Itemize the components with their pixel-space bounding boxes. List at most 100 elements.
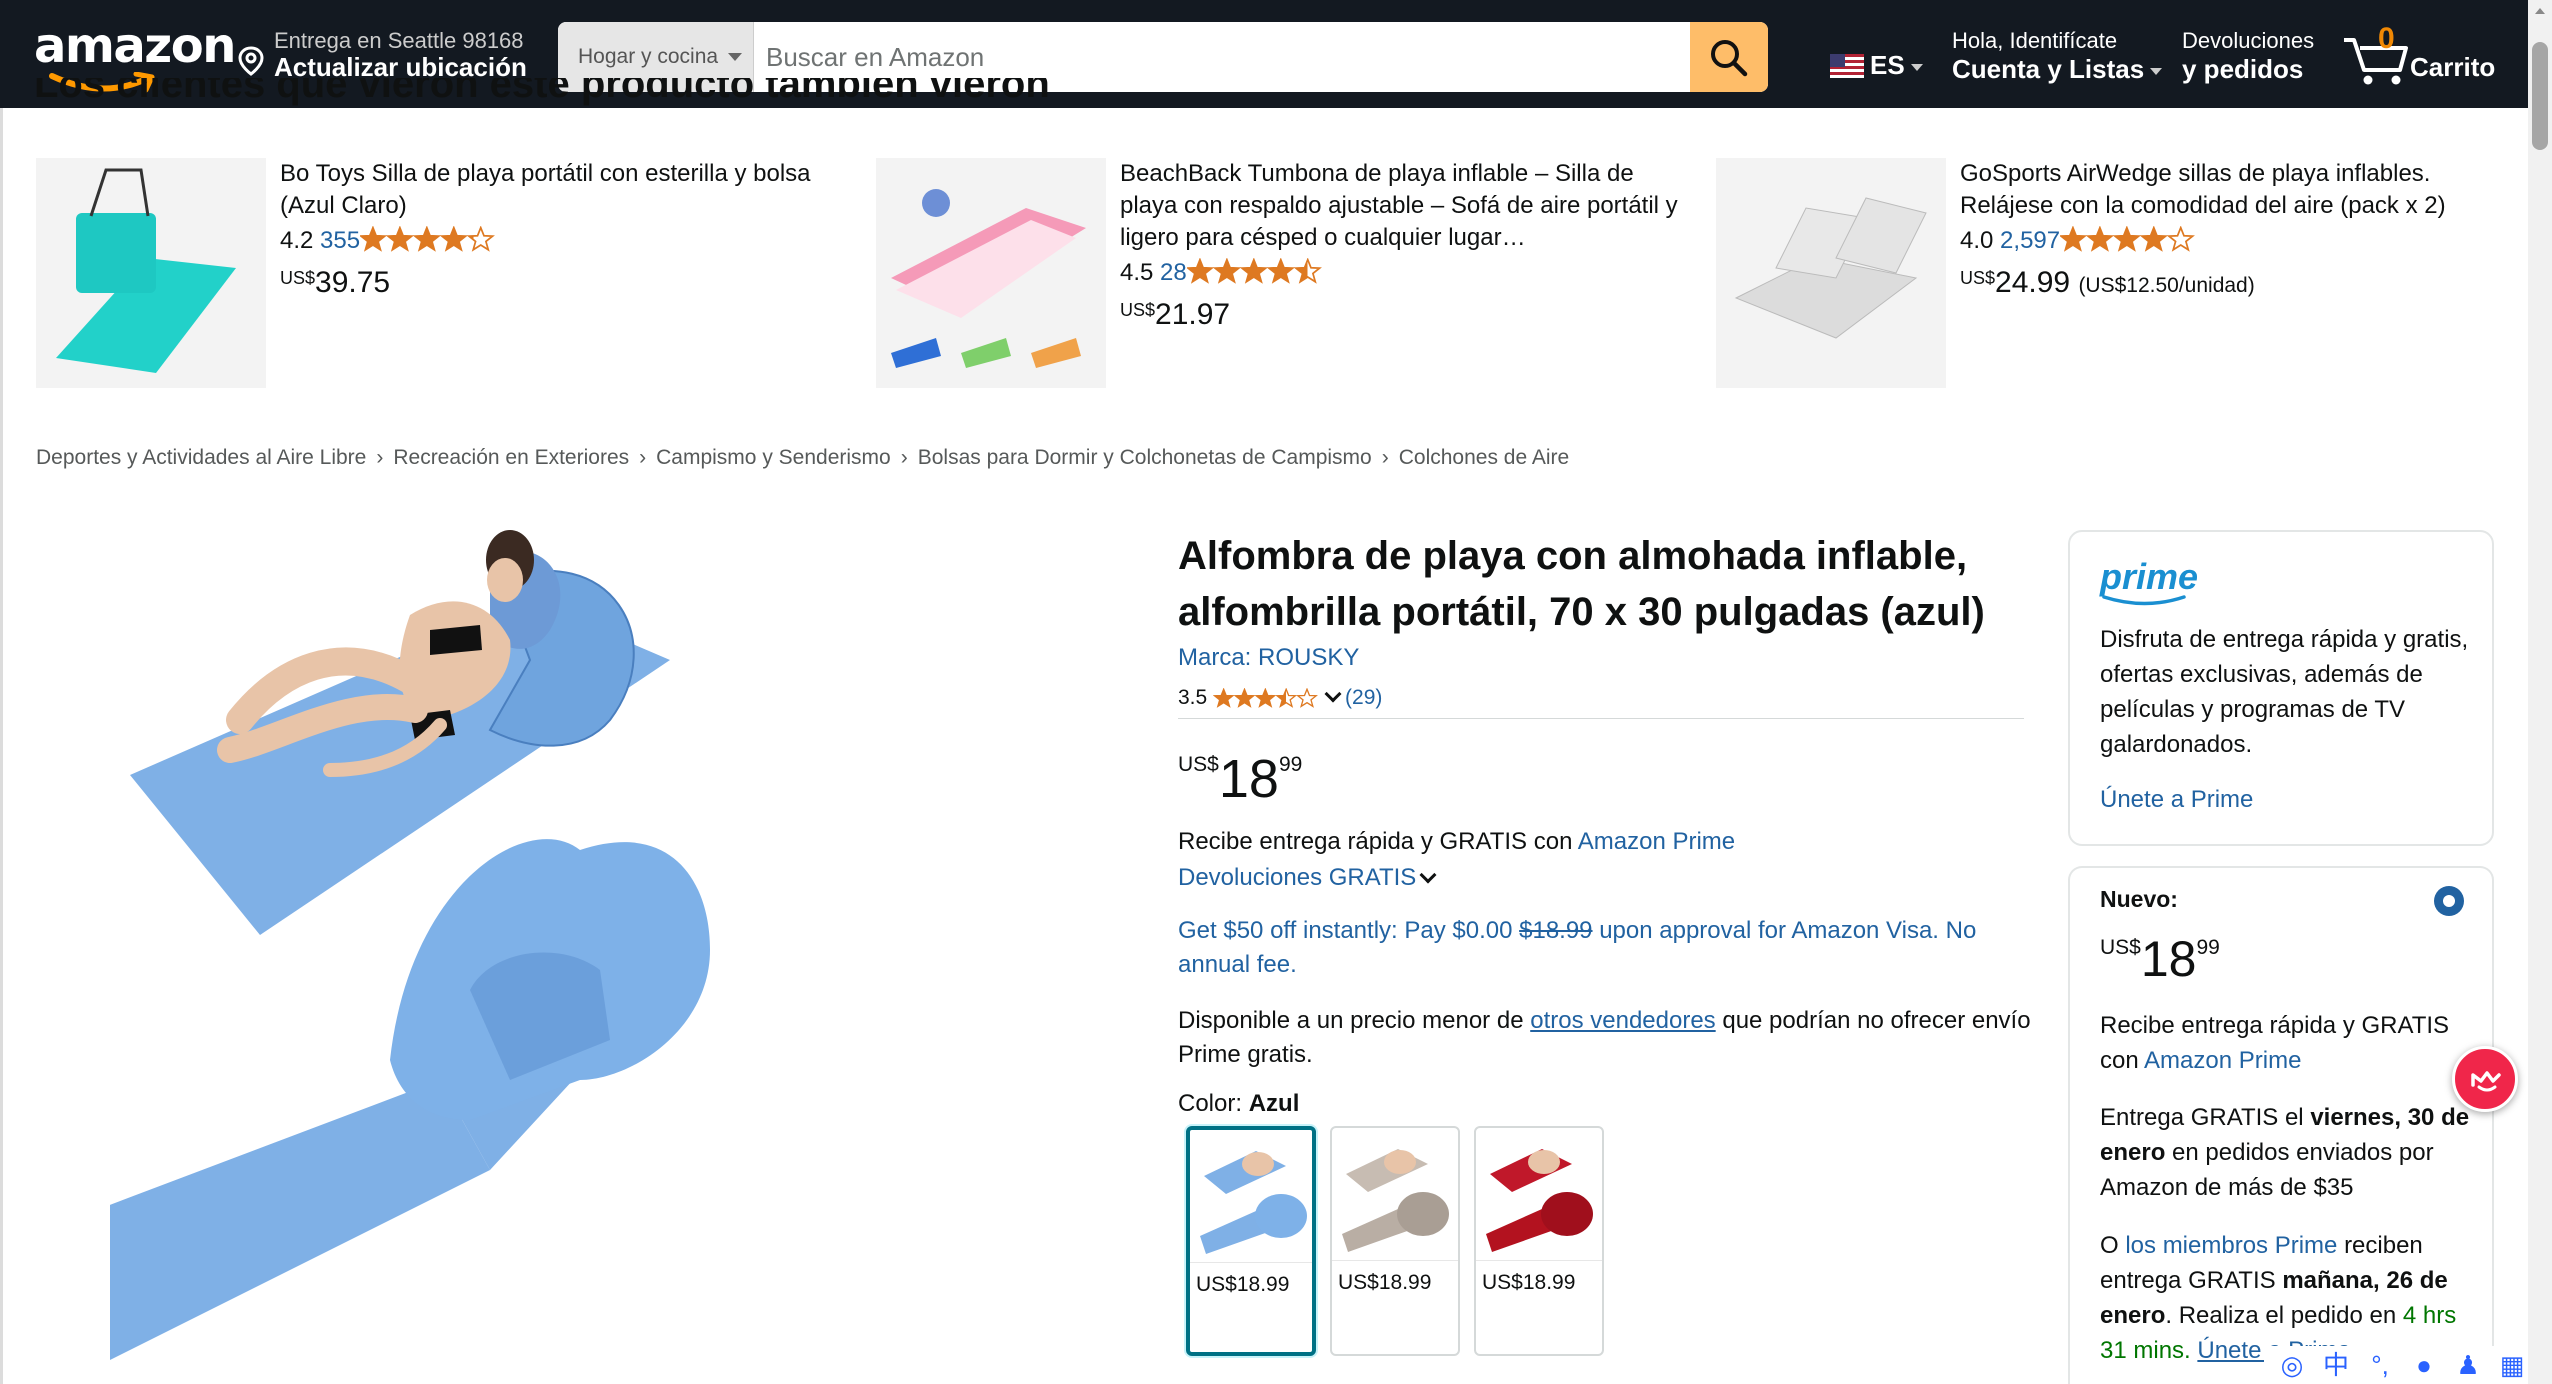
account-greeting: Hola, Identifícate bbox=[1952, 28, 2118, 53]
card-title[interactable]: Bo Toys Silla de playa portátil con este… bbox=[280, 158, 840, 222]
product-thumbnail[interactable] bbox=[1716, 158, 1946, 388]
carousel-card[interactable]: Bo Toys Silla de playa portátil con este… bbox=[36, 158, 856, 388]
review-count-link[interactable]: 355 bbox=[320, 227, 360, 254]
product-thumbnail[interactable] bbox=[36, 158, 266, 388]
card-title[interactable]: BeachBack Tumbona de playa inflable – Si… bbox=[1120, 158, 1680, 254]
color-swatch-taupe[interactable]: US$18.99 bbox=[1330, 1126, 1460, 1356]
punctuation-icon[interactable]: °, bbox=[2364, 1349, 2396, 1381]
user-icon[interactable]: ♟ bbox=[2452, 1349, 2484, 1381]
us-flag-icon bbox=[1830, 54, 1864, 78]
breadcrumb-link[interactable]: Deportes y Actividades al Aire Libre bbox=[36, 446, 366, 469]
scrollbar[interactable] bbox=[2528, 0, 2552, 1384]
cart-label: Carrito bbox=[2410, 52, 2496, 82]
logo-text: amazon bbox=[34, 18, 236, 74]
card-price: US$24.99 (US$12.50/unidad) bbox=[1960, 266, 2255, 299]
star-icon bbox=[358, 225, 388, 252]
star-icon bbox=[1233, 687, 1256, 708]
new-condition-radio[interactable] bbox=[2434, 886, 2464, 916]
extension-float-button[interactable] bbox=[2452, 1046, 2518, 1112]
breadcrumb-link[interactable]: Colchones de Aire bbox=[1399, 446, 1569, 469]
chevron-down-icon bbox=[1324, 685, 1342, 703]
chevron-down-icon bbox=[1419, 866, 1437, 884]
caret-down-icon bbox=[1910, 63, 1923, 71]
star-icon bbox=[1296, 687, 1319, 708]
review-count-link[interactable]: 2,597 bbox=[2000, 227, 2060, 254]
star-icon bbox=[439, 225, 469, 252]
star-icon bbox=[2085, 225, 2115, 252]
prime-logo: prime bbox=[2100, 556, 2198, 606]
scroll-up-arrow-icon[interactable] bbox=[2535, 8, 2545, 14]
cart-count: 0 bbox=[2378, 22, 2395, 55]
star-icon bbox=[1185, 257, 1214, 284]
breadcrumb-link[interactable]: Bolsas para Dormir y Colchonetas de Camp… bbox=[918, 446, 1372, 469]
caret-down-icon bbox=[728, 53, 743, 62]
microphone-icon[interactable]: ● bbox=[2408, 1349, 2440, 1381]
ifly-icon[interactable]: ◎ bbox=[2276, 1349, 2308, 1381]
amazon-prime-link[interactable]: Amazon Prime bbox=[2144, 1047, 2301, 1074]
card-price: US$39.75 bbox=[280, 266, 391, 299]
prime-promo-box: prime Disfruta de entrega rápida y grati… bbox=[2068, 530, 2494, 846]
prime-smile-icon bbox=[2102, 595, 2186, 606]
star-icon bbox=[412, 225, 442, 252]
star-icon bbox=[2166, 225, 2196, 252]
star-rating-icon bbox=[1185, 257, 1325, 291]
star-rating-icon bbox=[2058, 225, 2198, 259]
chinese-mode-icon[interactable]: 中 bbox=[2320, 1350, 2352, 1382]
deliver-line1: Entrega en Seattle 98168 bbox=[274, 28, 524, 53]
card-rating: 4.5 28 bbox=[1120, 257, 1325, 291]
cart-icon bbox=[2344, 38, 2408, 85]
breadcrumb-link[interactable]: Campismo y Senderismo bbox=[656, 446, 891, 469]
language-selector[interactable]: ES bbox=[1830, 50, 1923, 81]
prime-members-link[interactable]: los miembros Prime bbox=[2125, 1232, 2337, 1259]
swatch-price: US$18.99 bbox=[1332, 1260, 1458, 1295]
carousel-card[interactable]: BeachBack Tumbona de playa inflable – Si… bbox=[876, 158, 1696, 388]
product-rating[interactable]: 3.5 (29) bbox=[1178, 685, 1382, 714]
buy-box-price: US$1899 bbox=[2100, 931, 2220, 987]
visa-offer-link[interactable]: Get $50 off instantly: Pay $0.00 $18.99 … bbox=[1178, 914, 2038, 982]
star-icon bbox=[2112, 225, 2142, 252]
product-main-image[interactable] bbox=[110, 520, 1070, 1380]
scrollbar-thumb[interactable] bbox=[2532, 42, 2548, 150]
carousel-card[interactable]: GoSports AirWedge sillas de playa inflab… bbox=[1716, 158, 2536, 388]
color-swatch-red[interactable]: US$18.99 bbox=[1474, 1126, 1604, 1356]
breadcrumb-link[interactable]: Recreación en Exteriores bbox=[393, 446, 629, 469]
color-label: Color: Azul bbox=[1178, 1090, 1300, 1117]
brand-link[interactable]: Marca: ROUSKY bbox=[1178, 644, 1359, 672]
location-pin-icon bbox=[238, 46, 264, 76]
star-icon bbox=[1212, 257, 1241, 284]
buy-box: Nuevo: US$1899 Recibe entrega rápida y G… bbox=[2068, 866, 2494, 1384]
breadcrumb: Deportes y Actividades al Aire Libre › Rec… bbox=[36, 446, 1570, 469]
extension-icon bbox=[2471, 1071, 2501, 1092]
star-icon bbox=[385, 225, 415, 252]
cart-button[interactable]: 0 Carrito bbox=[2342, 22, 2522, 92]
product-title: Alfombra de playa con almohada inflable,… bbox=[1178, 534, 1985, 634]
rating-count-link[interactable]: (29) bbox=[1345, 686, 1382, 709]
star-icon bbox=[1212, 687, 1235, 708]
card-title[interactable]: GoSports AirWedge sillas de playa inflab… bbox=[1960, 158, 2520, 222]
join-prime-link[interactable]: Únete a Prime bbox=[2100, 786, 2253, 814]
delivery-info: Recibe entrega rápida y GRATIS con Amazo… bbox=[1178, 828, 1736, 855]
product-thumbnail[interactable] bbox=[876, 158, 1106, 388]
page-left-border bbox=[0, 108, 3, 1384]
returns-orders[interactable]: Devoluciones y pedidos bbox=[2182, 28, 2314, 85]
account-menu[interactable]: Hola, Identifícate Cuenta y Listas bbox=[1952, 28, 2163, 85]
color-swatch-blue[interactable]: US$18.99 bbox=[1186, 1126, 1316, 1356]
account-lists-label: Cuenta y Listas bbox=[1952, 54, 2145, 84]
card-price: US$21.97 bbox=[1120, 298, 1231, 331]
star-icon bbox=[2058, 225, 2088, 252]
other-sellers-link[interactable]: otros vendedores bbox=[1530, 1007, 1715, 1034]
other-sellers-info: Disponible a un precio menor de otros ve… bbox=[1178, 1007, 2031, 1068]
ime-toolbar: ◎ 中 °, ● ♟ ▦ bbox=[2264, 1346, 2528, 1384]
star-icon bbox=[1254, 687, 1277, 708]
returns-line1: Devoluciones bbox=[2182, 28, 2315, 53]
search-button[interactable] bbox=[1690, 22, 1768, 92]
free-returns-link[interactable]: Devoluciones GRATIS bbox=[1178, 864, 1437, 892]
amazon-prime-link[interactable]: Amazon Prime bbox=[1578, 828, 1735, 855]
swatch-image bbox=[1486, 1149, 1593, 1252]
star-icon bbox=[1293, 257, 1322, 284]
review-count-link[interactable]: 28 bbox=[1160, 259, 1187, 286]
carousel-heading: Los clientes que vieron este producto ta… bbox=[34, 78, 1050, 106]
returns-line2: y pedidos bbox=[2182, 54, 2304, 84]
grid-apps-icon[interactable]: ▦ bbox=[2496, 1349, 2528, 1381]
star-icon bbox=[1266, 257, 1295, 284]
